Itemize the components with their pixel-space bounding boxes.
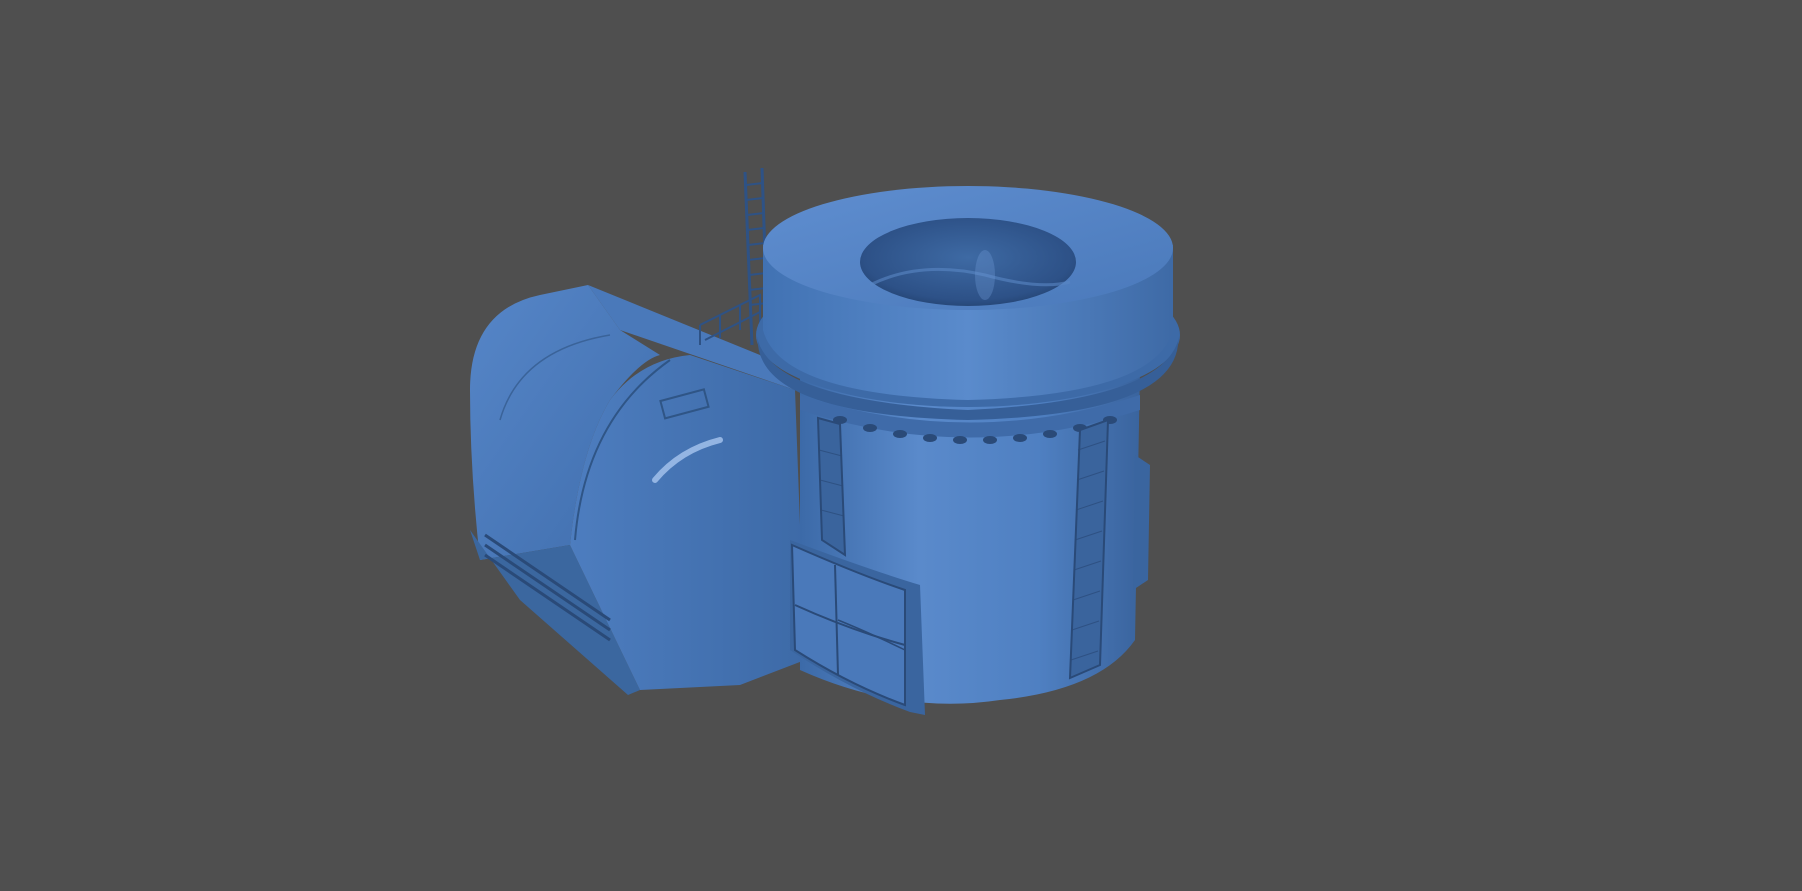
side-housing bbox=[470, 285, 805, 695]
top-opening bbox=[860, 218, 1076, 306]
3d-model-render bbox=[470, 167, 1180, 715]
3d-viewport[interactable] bbox=[0, 0, 1802, 891]
